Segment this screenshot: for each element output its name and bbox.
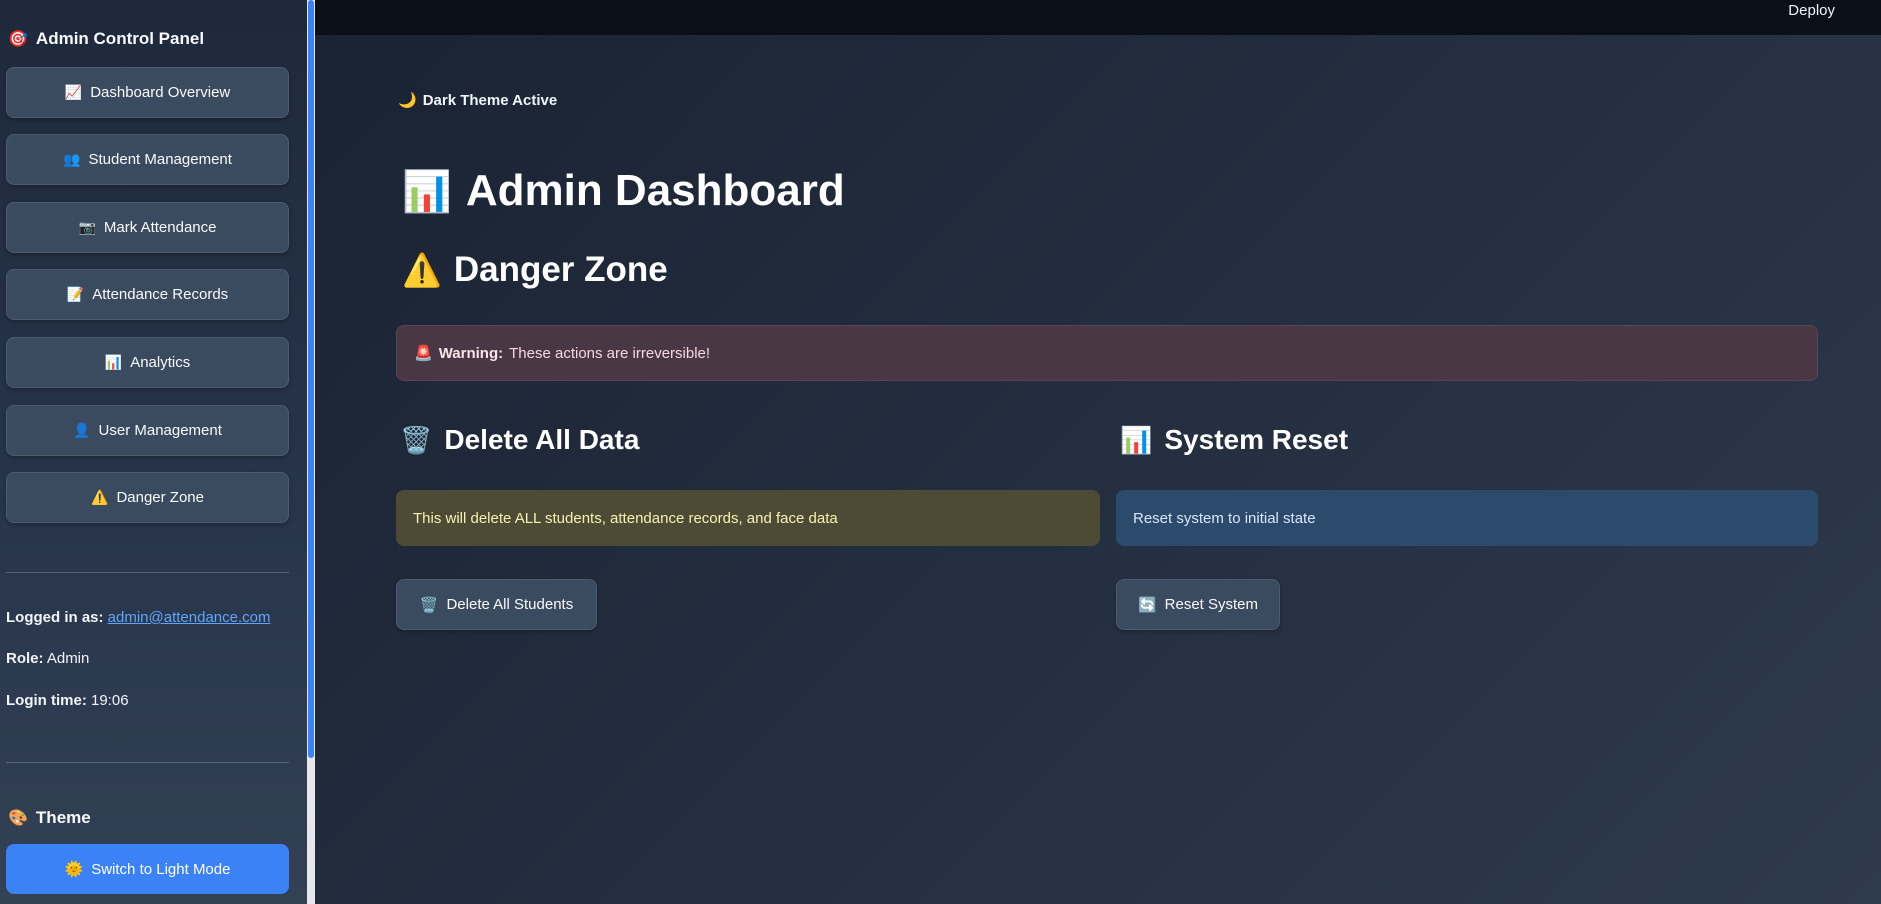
sidebar-divider xyxy=(6,572,289,573)
sidebar: 🎯 Admin Control Panel 📈 Dashboard Overvi… xyxy=(0,0,307,904)
login-time-info: Login time: 19:06 xyxy=(6,692,129,709)
role-info: Role: Admin xyxy=(6,650,89,667)
reset-notice-alert: Reset system to initial state xyxy=(1116,490,1818,546)
chart-up-icon: 📈 xyxy=(64,84,83,100)
siren-icon: 🚨 xyxy=(414,345,433,362)
sidebar-divider xyxy=(6,762,289,763)
nav-attendance-records-button[interactable]: 📝 Attendance Records xyxy=(6,269,289,320)
nav-label: Analytics xyxy=(130,354,191,371)
reset-notice-text: Reset system to initial state xyxy=(1133,509,1316,527)
main-content: Deploy 🌙 Dark Theme Active 📊 Admin Dashb… xyxy=(315,0,1881,904)
top-header: Deploy xyxy=(315,0,1881,35)
people-icon: 👥 xyxy=(63,151,81,167)
delete-all-data-label: Delete All Data xyxy=(444,424,640,455)
role-label: Role: xyxy=(6,650,44,667)
nav-mark-attendance-button[interactable]: 📷 Mark Attendance xyxy=(6,202,289,253)
irreversible-warning-alert: 🚨 Warning: These actions are irreversibl… xyxy=(396,325,1818,381)
warning-icon: ⚠️ xyxy=(91,489,109,505)
theme-heading: 🎨 Theme xyxy=(8,808,91,828)
theme-heading-label: Theme xyxy=(35,808,91,827)
bar-chart-icon: 📊 xyxy=(402,169,452,214)
delete-all-students-button[interactable]: 🗑️ Delete All Students xyxy=(396,579,597,630)
wastebasket-icon: 🗑️ xyxy=(400,424,433,455)
moon-icon: 🌙 xyxy=(398,92,417,109)
delete-notice-text: This will delete ALL students, attendanc… xyxy=(413,509,838,527)
delete-all-students-label: Delete All Students xyxy=(446,596,574,613)
refresh-icon: 🔄 xyxy=(1137,596,1157,614)
switch-light-mode-label: Switch to Light Mode xyxy=(91,860,231,878)
warning-text: These actions are irreversible! xyxy=(509,344,711,362)
reset-system-button[interactable]: 🔄 Reset System xyxy=(1116,579,1280,630)
delete-notice-alert: This will delete ALL students, attendanc… xyxy=(396,490,1100,546)
nav-student-management-button[interactable]: 👥 Student Management xyxy=(6,134,289,185)
nav-label: Dashboard Overview xyxy=(90,84,231,101)
deploy-button[interactable]: Deploy xyxy=(1788,2,1835,19)
system-reset-heading: 📊 System Reset xyxy=(1120,424,1348,456)
warning-icon: ⚠️ xyxy=(402,252,442,288)
delete-all-data-heading: 🗑️ Delete All Data xyxy=(400,424,639,456)
nav-label: Student Management xyxy=(88,151,232,168)
theme-status: 🌙 Dark Theme Active xyxy=(398,91,558,110)
nav-label: Danger Zone xyxy=(116,489,204,506)
camera-icon: 📷 xyxy=(78,219,96,235)
user-email-link[interactable]: admin@attendance.com xyxy=(108,609,271,626)
sun-icon: 🌞 xyxy=(64,861,84,878)
warning-strong: Warning: xyxy=(438,344,504,362)
user-icon: 👤 xyxy=(73,422,91,438)
wastebasket-icon: 🗑️ xyxy=(419,596,439,614)
theme-status-label: Dark Theme Active xyxy=(422,91,558,109)
login-time-label: Login time: xyxy=(6,692,87,709)
sidebar-title-label: Admin Control Panel xyxy=(35,29,205,48)
danger-zone-heading-label: Danger Zone xyxy=(453,250,668,289)
sidebar-scrollbar[interactable] xyxy=(307,0,315,904)
nav-label: Mark Attendance xyxy=(103,219,217,236)
login-time-value: 19:06 xyxy=(91,692,129,709)
palette-icon: 🎨 xyxy=(8,810,28,827)
nav-analytics-button[interactable]: 📊 Analytics xyxy=(6,337,289,388)
logged-in-info: Logged in as: admin@attendance.com xyxy=(6,609,271,626)
switch-light-mode-button[interactable]: 🌞 Switch to Light Mode xyxy=(6,844,289,894)
page-title: 📊 Admin Dashboard xyxy=(402,166,845,216)
bar-chart-icon: 📊 xyxy=(1120,424,1153,455)
reset-system-label: Reset System xyxy=(1164,596,1259,613)
sidebar-scrollbar-thumb[interactable] xyxy=(308,0,314,758)
target-icon: 🎯 xyxy=(8,31,28,48)
nav-label: Attendance Records xyxy=(92,286,229,303)
nav-dashboard-overview-button[interactable]: 📈 Dashboard Overview xyxy=(6,67,289,118)
sidebar-title: 🎯 Admin Control Panel xyxy=(8,29,204,49)
system-reset-label: System Reset xyxy=(1164,424,1349,455)
nav-label: User Management xyxy=(98,422,222,439)
bar-chart-icon: 📊 xyxy=(104,354,123,370)
nav-danger-zone-button[interactable]: ⚠️ Danger Zone xyxy=(6,472,289,523)
danger-zone-heading: ⚠️ Danger Zone xyxy=(402,250,668,290)
logged-in-label: Logged in as: xyxy=(6,609,104,626)
nav-user-management-button[interactable]: 👤 User Management xyxy=(6,405,289,456)
memo-icon: 📝 xyxy=(66,286,85,302)
page-title-label: Admin Dashboard xyxy=(465,166,845,215)
role-value: Admin xyxy=(46,650,90,667)
